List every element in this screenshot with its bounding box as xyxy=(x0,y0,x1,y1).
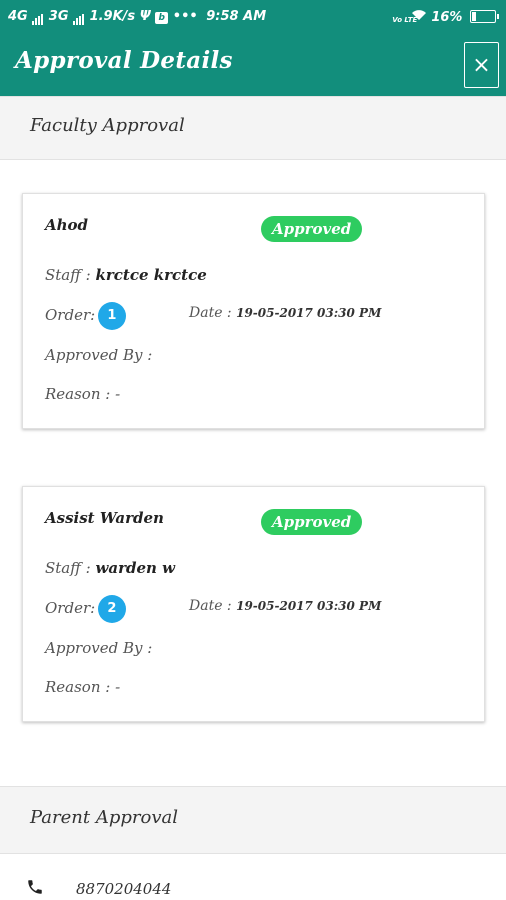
reason-label: Reason : xyxy=(45,678,111,696)
battery-icon: ⚡ xyxy=(470,9,499,23)
reason-label: Reason : xyxy=(45,385,111,403)
approval-card: Assist Warden Approved Staff : warden w … xyxy=(22,486,485,722)
reason-value: - xyxy=(115,678,121,696)
network-3g-label: 3G xyxy=(48,9,69,24)
app-bar: Approval Details × xyxy=(0,34,506,96)
approved-by-row: Approved By : xyxy=(45,346,152,364)
battery-percent: 16% xyxy=(431,10,463,25)
volte-icon: Vo LTE xyxy=(392,16,418,24)
order-number-badge: 2 xyxy=(97,595,126,623)
status-badge: Approved xyxy=(261,216,363,242)
date-label: Date : xyxy=(189,598,232,614)
date-row: Date : 19-05-2017 03:30 PM xyxy=(189,598,381,614)
close-button[interactable]: × xyxy=(464,42,499,88)
app-notification-icon: b xyxy=(155,12,169,24)
staff-label: Staff : xyxy=(45,559,91,577)
date-label: Date : xyxy=(189,305,232,321)
order-number-badge: 1 xyxy=(97,302,126,330)
approver-name: Ahod xyxy=(45,216,89,234)
order-row: Order: 2 xyxy=(45,595,126,623)
staff-label: Staff : xyxy=(45,266,91,284)
phone-icon xyxy=(26,878,44,900)
approved-by-label: Approved By : xyxy=(45,346,153,364)
approval-card: Ahod Approved Staff : krctce krctce Orde… xyxy=(22,193,485,429)
staff-row: Staff : warden w xyxy=(45,559,175,577)
staff-value: krctce krctce xyxy=(95,266,207,284)
staff-value: warden w xyxy=(95,559,176,577)
faculty-approval-header: Faculty Approval xyxy=(0,96,506,160)
reason-row: Reason : - xyxy=(45,385,120,403)
reason-row: Reason : - xyxy=(45,678,120,696)
status-bar: 4G 3G 1.9K/s Ψ b ••• 9:58 AM Vo LTE 16% … xyxy=(0,0,506,34)
faculty-approval-title: Faculty Approval xyxy=(30,115,185,136)
network-speed: 1.9K/s xyxy=(89,9,136,24)
wifi-icon xyxy=(411,10,432,25)
usb-icon: Ψ xyxy=(139,9,151,24)
date-row: Date : 19-05-2017 03:30 PM xyxy=(189,305,381,321)
order-label: Order: xyxy=(45,599,96,617)
clock: 9:58 AM xyxy=(206,9,267,24)
phone-number: 8870204044 xyxy=(76,880,172,898)
reason-value: - xyxy=(115,385,121,403)
approved-by-row: Approved By : xyxy=(45,639,152,657)
signal-icon xyxy=(32,10,44,25)
date-value: 19-05-2017 03:30 PM xyxy=(236,306,382,320)
network-4g-label: 4G xyxy=(8,9,28,24)
parent-approval-title: Parent Approval xyxy=(30,807,178,828)
more-notifications-icon: ••• xyxy=(172,9,198,24)
close-icon: × xyxy=(472,52,491,78)
order-row: Order: 1 xyxy=(45,302,126,330)
status-badge: Approved xyxy=(261,509,363,535)
signal-icon-2 xyxy=(73,10,85,25)
page-title: Approval Details xyxy=(15,47,233,74)
staff-row: Staff : krctce krctce xyxy=(45,266,207,284)
approver-name: Assist Warden xyxy=(45,509,164,527)
order-label: Order: xyxy=(45,306,96,324)
date-value: 19-05-2017 03:30 PM xyxy=(236,599,382,613)
parent-approval-header: Parent Approval xyxy=(0,786,506,854)
approved-by-label: Approved By : xyxy=(45,639,153,657)
